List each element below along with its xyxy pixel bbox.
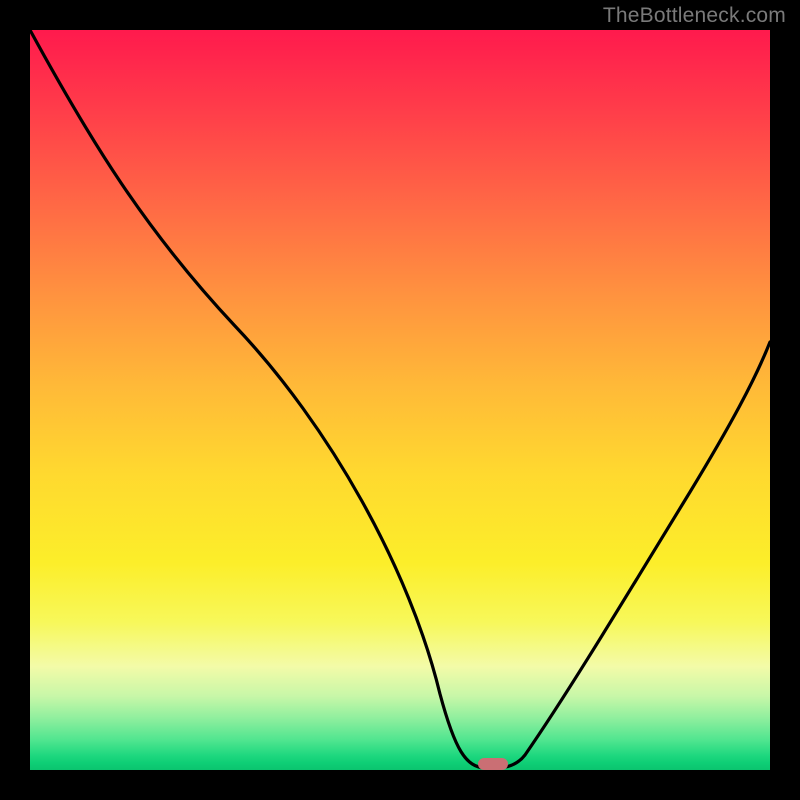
bottleneck-curve-path [30,30,770,768]
bottleneck-curve [30,30,770,770]
chart-plot-area [30,30,770,770]
watermark-text: TheBottleneck.com [603,4,786,28]
optimal-point-marker [478,758,508,770]
chart-outer-frame: TheBottleneck.com [0,0,800,800]
